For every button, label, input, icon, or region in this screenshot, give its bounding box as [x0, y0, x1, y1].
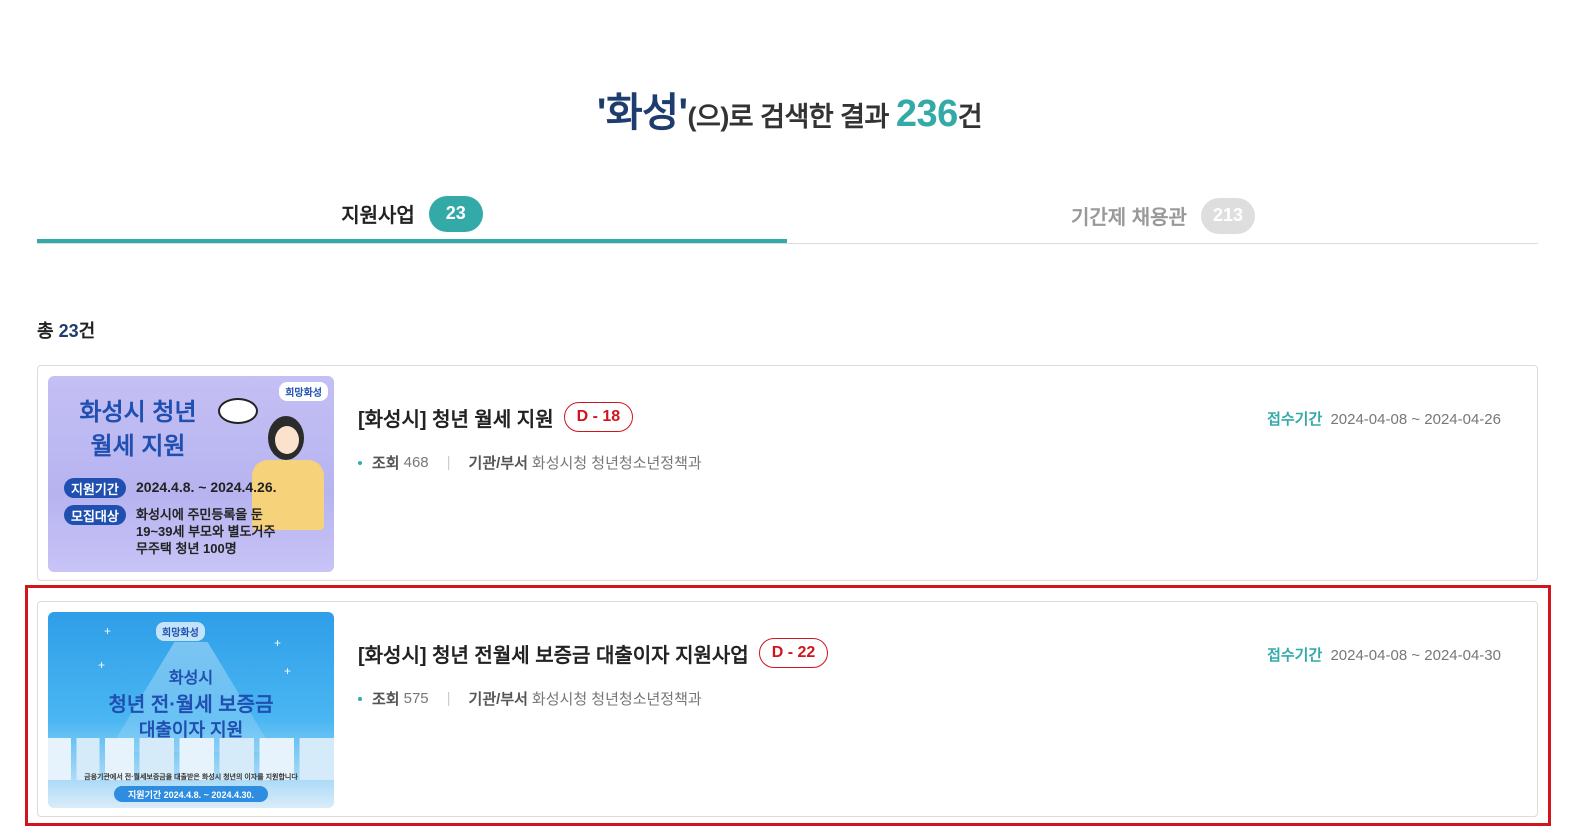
application-period: 접수기간 2024-04-08 ~ 2024-04-26	[1267, 408, 1501, 429]
bullet-icon	[358, 460, 362, 465]
search-count: 236	[895, 93, 958, 135]
bullet-icon	[358, 696, 362, 701]
dept-value: 화성시청 청년청소년정책과	[531, 691, 702, 708]
thumbnail-target-line: 화성시에 주민등록을 둔	[136, 507, 263, 522]
thumbnail-period-text: 2024.4.8. ~ 2024.4.26.	[136, 479, 277, 495]
thumbnail-title-line: 월세 지원	[90, 433, 186, 460]
total-count: 총 23건	[37, 317, 95, 343]
card-thumbnail[interactable]: 화성시 청년 월세 지원 희망화성 지원기간 2024.4.8. ~ 2024.…	[48, 376, 334, 572]
thumbnail-caption: 금융기관에서 전·월세보증금을 대출받은 화성시 청년의 이자를 지원합니다	[84, 774, 298, 781]
dday-badge: D - 18	[563, 402, 634, 432]
total-number: 23	[58, 321, 79, 341]
hope-hwaseong-logo: 희망화성	[156, 622, 205, 641]
thumbnail-target-line: 무주택 청년 100명	[136, 541, 237, 556]
tab-support-programs[interactable]: 지원사업 23	[37, 188, 787, 243]
views-value: 468	[403, 454, 429, 471]
thumbnail-target-line: 19~39세 부모와 별도거주	[136, 524, 276, 539]
card-title-text[interactable]: [화성시] 청년 전월세 보증금 대출이자 지원사업	[358, 639, 749, 668]
period-label: 접수기간	[1267, 411, 1323, 428]
thumbnail-title-line: 화성시 청년	[79, 399, 197, 426]
tab-count-badge: 213	[1200, 197, 1255, 234]
thumbnail-pill-period: 지원기간	[64, 478, 126, 498]
tab-count-badge: 23	[428, 195, 483, 232]
search-unit: 건	[957, 102, 983, 132]
card-meta: 조회 468 | 기관/부서 화성시청 청년청소년정책과	[358, 452, 702, 473]
sparkle-icon: +	[274, 636, 282, 650]
total-unit: 건	[78, 321, 96, 341]
period-value: 2024-04-08 ~ 2024-04-30	[1330, 647, 1501, 664]
tab-temporary-jobs[interactable]: 기간제 채용관 213	[788, 188, 1538, 243]
card-title-text[interactable]: [화성시] 청년 월세 지원	[358, 403, 554, 432]
dept-label: 기관/부서	[468, 455, 528, 472]
tab-label: 기간제 채용관	[1070, 207, 1187, 229]
views-label: 조회	[372, 455, 400, 472]
dept-value: 화성시청 청년청소년정책과	[531, 455, 702, 472]
card-thumbnail[interactable]: + + + + 희망화성 화성시 청년 전·월세 보증금 대출이자 지원 금융기…	[48, 612, 334, 808]
period-label: 접수기간	[1267, 647, 1323, 664]
card-title[interactable]: [화성시] 청년 월세 지원 D - 18	[358, 402, 634, 432]
thumbnail-pill-target: 모집대상	[64, 505, 126, 525]
search-suffix: (으)로 검색한 결과	[687, 102, 889, 132]
views-value: 575	[403, 690, 429, 707]
tab-label: 지원사업	[341, 205, 415, 227]
thumbnail-title-line: 청년 전·월세 보증금	[108, 694, 274, 716]
thumbnail-title: 화성시 청년 월세 지원	[68, 396, 208, 464]
sparkle-icon: +	[104, 624, 112, 638]
result-card[interactable]: 화성시 청년 월세 지원 희망화성 지원기간 2024.4.8. ~ 2024.…	[37, 365, 1538, 581]
search-keyword: '화성'	[596, 91, 688, 135]
card-meta: 조회 575 | 기관/부서 화성시청 청년청소년정책과	[358, 688, 702, 709]
thumbnail-target-text: 화성시에 주민등록을 둔 19~39세 부모와 별도거주 무주택 청년 100명	[136, 506, 275, 557]
thumbnail-title-line: 화성시	[168, 670, 214, 687]
result-tabs: 지원사업 23 기간제 채용관 213	[37, 188, 1538, 244]
views-label: 조회	[372, 691, 400, 708]
result-card[interactable]: + + + + 희망화성 화성시 청년 전·월세 보증금 대출이자 지원 금융기…	[37, 601, 1538, 817]
dday-badge: D - 22	[758, 638, 829, 668]
card-title[interactable]: [화성시] 청년 전월세 보증금 대출이자 지원사업 D - 22	[358, 638, 829, 668]
search-result-heading: '화성'(으)로 검색한 결과 236건	[0, 80, 1579, 138]
divider: |	[446, 690, 451, 707]
hope-hwaseong-logo: 희망화성	[279, 382, 328, 401]
application-period: 접수기간 2024-04-08 ~ 2024-04-30	[1267, 644, 1501, 665]
thumbnail-pill-period: 지원기간 2024.4.8. ~ 2024.4.30.	[114, 786, 268, 802]
period-value: 2024-04-08 ~ 2024-04-26	[1330, 411, 1501, 428]
dept-label: 기관/부서	[468, 691, 528, 708]
total-prefix: 총	[37, 321, 54, 341]
divider: |	[446, 454, 451, 471]
